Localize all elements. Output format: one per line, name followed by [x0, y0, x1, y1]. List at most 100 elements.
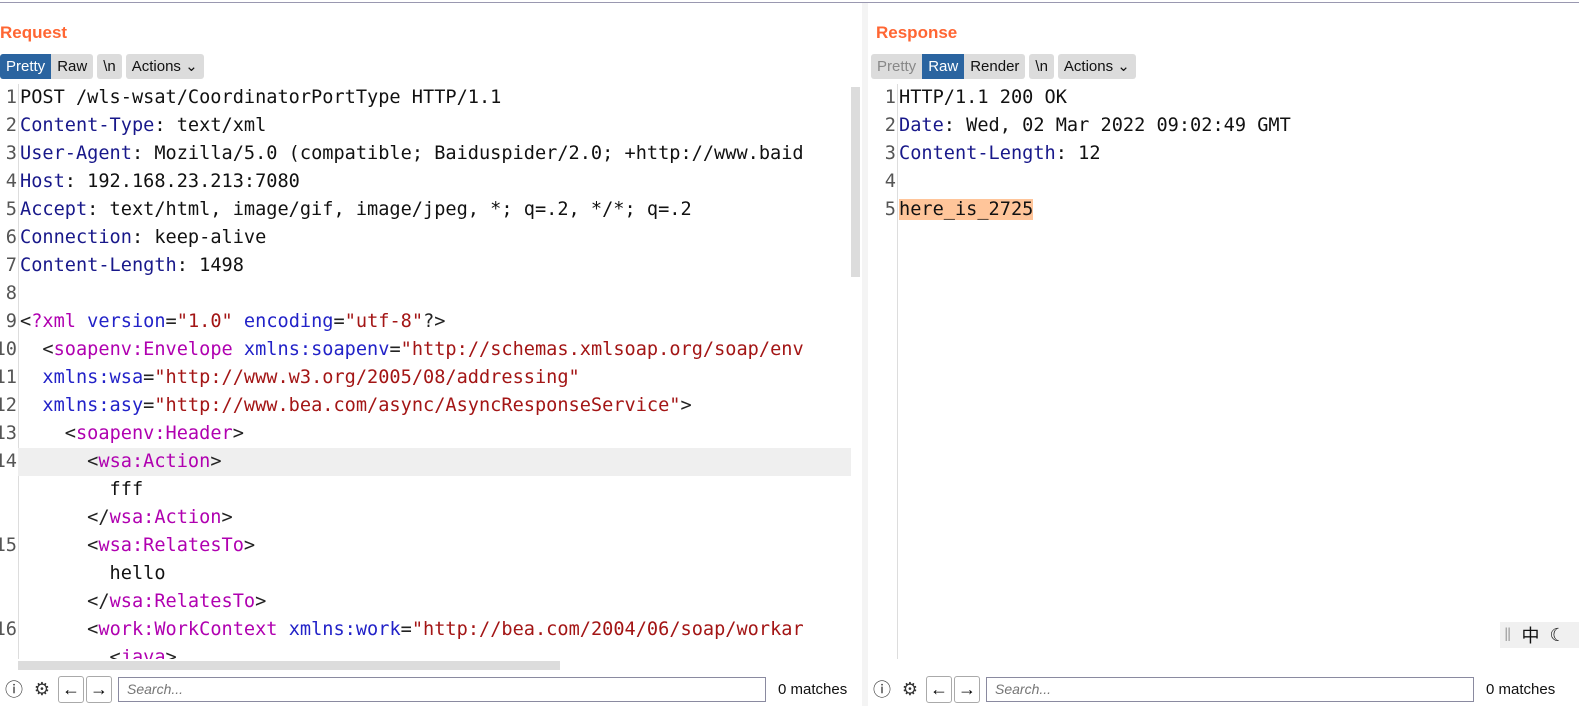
- request-editor[interactable]: 1 POST /wls-wsat/CoordinatorPortType HTTP…: [0, 84, 851, 659]
- tab-pretty[interactable]: Pretty: [871, 54, 922, 79]
- help-icon[interactable]: ⓘ: [0, 675, 28, 703]
- code-token: encoding: [232, 311, 334, 332]
- actions-menu[interactable]: Actions ⌄: [1058, 54, 1136, 79]
- highlighted-match: here_is_2725: [899, 199, 1034, 220]
- help-icon[interactable]: ⓘ: [868, 675, 896, 703]
- code-text: <soapenv:Envelope xmlns:soapenv="http://…: [20, 336, 804, 364]
- newline-toggle[interactable]: \n: [1029, 54, 1054, 79]
- code-token: Host: [20, 171, 65, 192]
- code-token: =: [400, 619, 412, 640]
- code-token: xmlns:soapenv: [232, 339, 390, 360]
- line-number: 2: [884, 115, 896, 136]
- code-line: 2 Date: Wed, 02 Mar 2022 09:02:49 GMT: [885, 112, 1579, 140]
- code-token: : 1498: [176, 255, 244, 276]
- line-number: 14: [0, 451, 17, 472]
- code-token: soapenv:Envelope: [53, 339, 233, 360]
- code-token: <: [20, 619, 99, 640]
- tab-pretty[interactable]: Pretty: [0, 54, 52, 79]
- code-token: <: [20, 311, 32, 332]
- tab-raw[interactable]: Raw: [922, 54, 965, 79]
- code-text: HTTP/1.1 200 OK: [899, 84, 1067, 112]
- code-token: java: [120, 647, 166, 659]
- response-editor[interactable]: 1 HTTP/1.1 200 OK 2 Date: Wed, 02 Mar 2022 …: [877, 84, 1579, 659]
- code-line: 5 here_is_2725: [885, 196, 1579, 224]
- code-line: 14 <wsa:Action>: [0, 448, 851, 476]
- code-token: >: [232, 423, 244, 444]
- newline-toggle[interactable]: \n: [97, 54, 122, 79]
- response-pane: Response Pretty Raw Render \n Actions ⌄ …: [868, 3, 1579, 706]
- code-line: <java>: [18, 644, 851, 659]
- code-token: =: [333, 311, 345, 332]
- code-token: User-Agent: [20, 143, 132, 164]
- code-line: </wsa:Action>: [18, 504, 851, 532]
- gear-icon[interactable]: ⚙: [896, 675, 924, 703]
- code-text: Date: Wed, 02 Mar 2022 09:02:49 GMT: [899, 112, 1291, 140]
- code-line: 9 <?xml version="1.0" encoding="utf-8"?>: [6, 308, 851, 336]
- code-token: : text/html, image/gif, image/jpeg, *; q…: [87, 199, 692, 220]
- ime-toolbar[interactable]: ‖ 中 ☾: [1500, 622, 1579, 648]
- code-text: Content-Length: 1498: [20, 252, 244, 280]
- code-line: </wsa:RelatesTo>: [18, 588, 851, 616]
- code-line: 8: [6, 280, 851, 308]
- code-text: fff: [20, 476, 144, 504]
- code-text: Connection: keep-alive: [20, 224, 266, 252]
- code-line: 12 xmlns:asy="http://www.bea.com/async/A…: [0, 392, 851, 420]
- actions-menu[interactable]: Actions ⌄: [126, 54, 204, 79]
- code-token: <: [20, 451, 99, 472]
- next-match-button[interactable]: →: [954, 675, 980, 703]
- drag-handle-icon[interactable]: ‖: [1504, 625, 1511, 646]
- code-token: <: [20, 535, 99, 556]
- gear-icon[interactable]: ⚙: [28, 675, 56, 703]
- code-line: 5 Accept: text/html, image/gif, image/jpe…: [6, 196, 851, 224]
- code-line: 3 User-Agent: Mozilla/5.0 (compatible; Ba…: [6, 140, 851, 168]
- chevron-down-icon: ⌄: [185, 58, 198, 75]
- line-number: 3: [5, 143, 17, 164]
- code-text: here_is_2725: [899, 196, 1034, 224]
- code-text: <java>: [20, 644, 177, 659]
- vertical-scrollbar[interactable]: [851, 87, 860, 277]
- tab-render[interactable]: Render: [964, 54, 1025, 79]
- code-token: : text/xml: [154, 115, 267, 136]
- chevron-down-icon: ⌄: [1117, 58, 1130, 75]
- code-line: fff: [18, 476, 851, 504]
- line-number: 4: [5, 171, 17, 192]
- code-token: Connection: [20, 227, 132, 248]
- tab-raw[interactable]: Raw: [51, 54, 93, 79]
- code-token: =: [389, 339, 401, 360]
- code-line: 2 Content-Type: text/xml: [6, 112, 851, 140]
- code-token: xmlns:work: [277, 619, 401, 640]
- previous-match-button[interactable]: ←: [58, 675, 84, 703]
- response-search-input[interactable]: [986, 676, 1474, 702]
- code-line: 1 POST /wls-wsat/CoordinatorPortType HTTP…: [6, 84, 851, 112]
- code-token: wsa:Action: [98, 451, 211, 472]
- code-token: Content-Length: [899, 143, 1056, 164]
- code-token: Content-Type: [20, 115, 155, 136]
- next-match-button[interactable]: →: [86, 675, 112, 703]
- horizontal-scrollbar[interactable]: [18, 661, 560, 670]
- request-search-input[interactable]: [118, 676, 766, 702]
- code-token: </: [20, 507, 110, 528]
- code-text: <wsa:Action>: [20, 448, 221, 476]
- moon-icon[interactable]: ☾: [1549, 625, 1565, 646]
- ime-language[interactable]: 中: [1521, 622, 1539, 648]
- code-token: wsa:RelatesTo: [98, 535, 244, 556]
- arrow-right-icon: →: [958, 678, 976, 699]
- previous-match-button[interactable]: ←: [926, 675, 952, 703]
- code-text: Host: 192.168.23.213:7080: [20, 168, 300, 196]
- arrow-left-icon: ←: [62, 678, 80, 699]
- code-text: User-Agent: Mozilla/5.0 (compatible; Bai…: [20, 140, 804, 168]
- code-token: work:WorkContext: [98, 619, 278, 640]
- code-token: hello: [20, 563, 166, 584]
- code-text: </wsa:Action>: [20, 504, 233, 532]
- line-number: 15: [0, 535, 17, 556]
- line-number: 16: [0, 619, 17, 640]
- line-number: 5: [5, 199, 17, 220]
- code-text: <wsa:RelatesTo>: [20, 532, 255, 560]
- code-line: 1 HTTP/1.1 200 OK: [885, 84, 1579, 112]
- code-text: </wsa:RelatesTo>: [20, 588, 266, 616]
- code-token: "http://schemas.xmlsoap.org/soap/env: [400, 339, 804, 360]
- code-token: : 192.168.23.213:7080: [64, 171, 300, 192]
- line-number: 5: [884, 199, 896, 220]
- code-token: <: [20, 423, 76, 444]
- arrow-left-icon: ←: [930, 678, 948, 699]
